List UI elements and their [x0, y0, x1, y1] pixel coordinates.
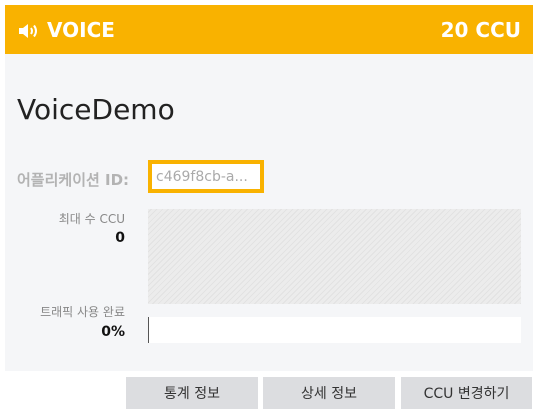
details-button[interactable]: 상세 정보 — [263, 377, 395, 409]
traffic-value: 0% — [101, 324, 125, 340]
card-header: VOICE 20 CCU — [5, 5, 533, 54]
app-id-label: 어플리케이션 ID: — [17, 171, 130, 189]
header-left: VOICE — [17, 18, 115, 42]
traffic-progress-bar — [148, 317, 521, 343]
ccu-chart-area — [148, 209, 521, 304]
change-ccu-button[interactable]: CCU 변경하기 — [401, 377, 532, 409]
app-name: VoiceDemo — [17, 93, 175, 126]
ccu-count: 20 CCU — [440, 17, 521, 42]
speaker-icon — [17, 21, 41, 39]
stats-button[interactable]: 통계 정보 — [126, 377, 258, 409]
max-ccu-value: 0 — [115, 230, 125, 246]
traffic-progress-fill — [148, 317, 149, 343]
app-id-value[interactable]: c469f8cb-a... — [148, 160, 264, 193]
app-card: VOICE 20 CCU VoiceDemo 어플리케이션 ID: c469f8… — [5, 5, 533, 371]
traffic-label: 트래픽 사용 완료 — [40, 305, 125, 319]
header-title: VOICE — [47, 17, 115, 42]
max-ccu-label: 최대 수 CCU — [58, 212, 125, 226]
